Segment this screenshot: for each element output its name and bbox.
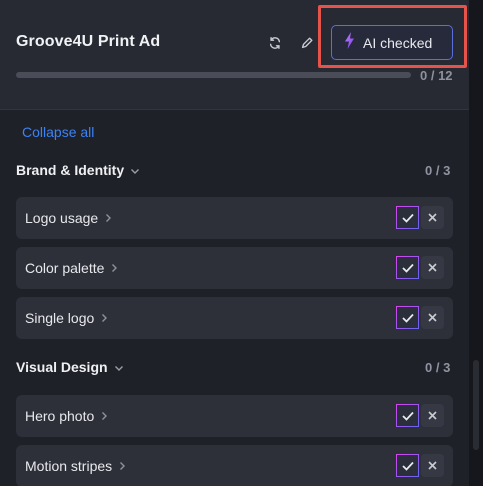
reject-close-button[interactable]	[421, 306, 444, 329]
checklist-item-motion-stripes[interactable]: Motion stripes	[16, 445, 453, 486]
item-label: Motion stripes	[25, 458, 113, 474]
pencil-icon[interactable]	[298, 34, 316, 52]
reject-close-button[interactable]	[421, 206, 444, 229]
checklist-panel: Groove4U Print Ad AI checked 0 / 12 Coll…	[0, 0, 469, 486]
chevron-right-icon	[101, 313, 108, 323]
chevron-right-icon	[111, 263, 118, 273]
checklist-item-logo-usage[interactable]: Logo usage	[16, 197, 453, 239]
section-title: Visual Design	[16, 359, 108, 375]
page-title: Groove4U Print Ad	[16, 33, 161, 50]
approve-check-button[interactable]	[396, 306, 419, 329]
approve-check-button[interactable]	[396, 256, 419, 279]
approve-check-button[interactable]	[396, 206, 419, 229]
reject-close-button[interactable]	[421, 404, 444, 427]
collapse-all-link[interactable]: Collapse all	[22, 124, 94, 140]
item-label: Logo usage	[25, 210, 99, 226]
item-label: Single logo	[25, 310, 95, 326]
reject-close-button[interactable]	[421, 454, 444, 477]
section-header-brand-identity[interactable]: Brand & Identity	[16, 162, 140, 178]
chevron-right-icon	[105, 213, 112, 223]
section-header-visual-design[interactable]: Visual Design	[16, 359, 124, 375]
chevron-down-icon	[130, 162, 140, 178]
approve-check-button[interactable]	[396, 404, 419, 427]
scrollbar[interactable]	[473, 360, 479, 450]
checklist-item-color-palette[interactable]: Color palette	[16, 247, 453, 289]
chevron-right-icon	[119, 461, 126, 471]
item-label: Hero photo	[25, 408, 95, 424]
reject-close-button[interactable]	[421, 256, 444, 279]
progress-bar	[16, 72, 411, 78]
approve-check-button[interactable]	[396, 454, 419, 477]
section-count: 0 / 3	[425, 163, 451, 178]
chevron-right-icon	[101, 411, 108, 421]
checklist-item-hero-photo[interactable]: Hero photo	[16, 395, 453, 437]
chevron-down-icon	[114, 359, 124, 375]
item-label: Color palette	[25, 260, 105, 276]
progress-count: 0 / 12	[420, 68, 453, 83]
checklist-item-single-logo[interactable]: Single logo	[16, 297, 453, 339]
highlight-box	[318, 5, 467, 68]
refresh-icon[interactable]	[266, 34, 284, 52]
section-title: Brand & Identity	[16, 162, 125, 178]
section-count: 0 / 3	[425, 360, 451, 375]
